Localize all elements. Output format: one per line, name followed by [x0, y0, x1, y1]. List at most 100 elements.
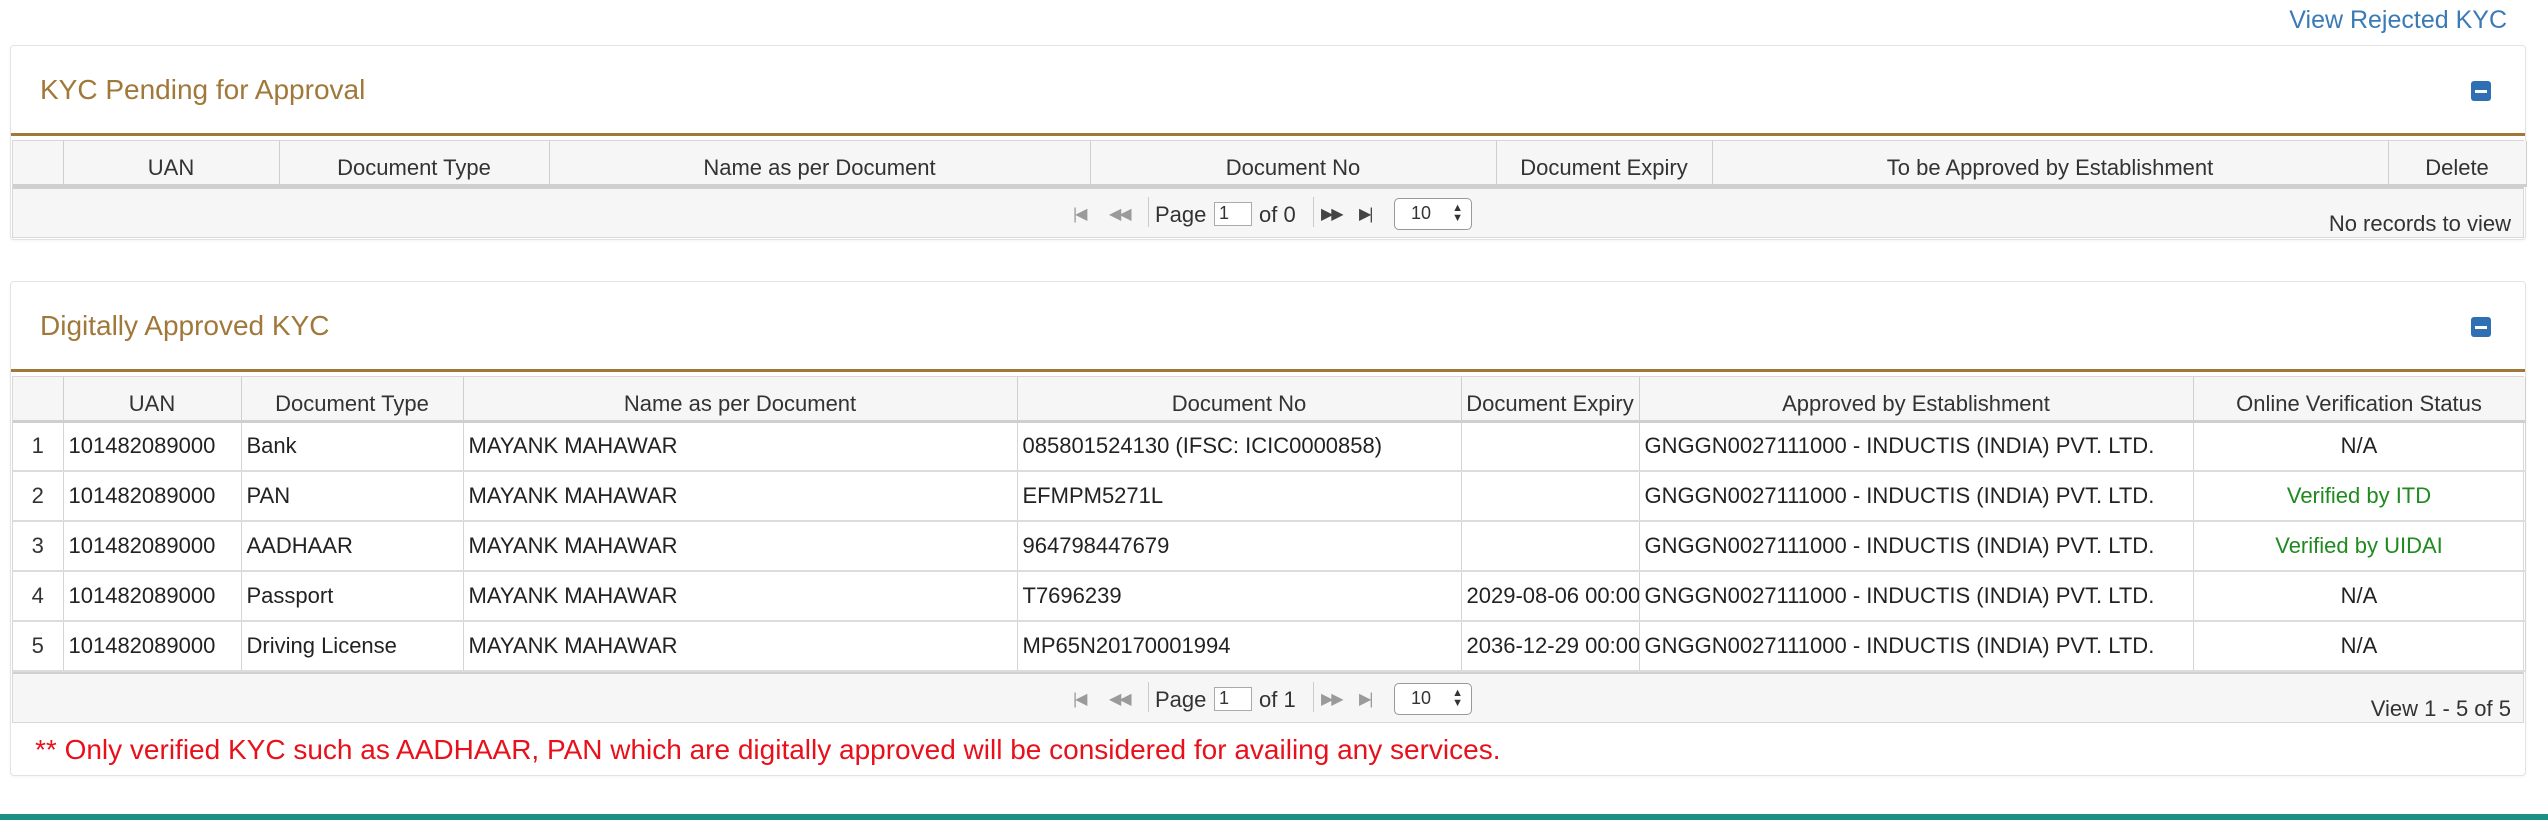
table-row[interactable]: 1 101482089000 Bank MAYANK MAHAWAR 08580…	[13, 421, 2526, 472]
uan-cell: 101482089000	[63, 571, 242, 622]
document-type-cell: Bank	[241, 421, 464, 472]
page-total-label: of 1	[1259, 687, 1296, 712]
approved-kyc-grid: UAN Document Type Name as per Document D…	[12, 376, 2526, 723]
verification-status-cell: N/A	[2193, 421, 2526, 472]
col-header-uan[interactable]: UAN	[63, 377, 242, 423]
first-page-icon[interactable]: |◀	[1073, 204, 1088, 224]
page-number-input[interactable]: 1	[1214, 687, 1252, 711]
name-cell: MAYANK MAHAWAR	[463, 621, 1018, 672]
uan-cell: 101482089000	[63, 421, 242, 472]
uan-cell: 101482089000	[63, 521, 242, 572]
row-number: 5	[13, 621, 64, 672]
pager-separator	[1313, 682, 1314, 712]
document-no-cell: EFMPM5271L	[1017, 471, 1462, 522]
col-header-document-type[interactable]: Document Type	[279, 141, 550, 187]
col-header-uan[interactable]: UAN	[63, 141, 280, 187]
col-header-approved-by[interactable]: Approved by Establishment	[1639, 377, 2194, 423]
col-header-document-expiry[interactable]: Document Expiry	[1496, 141, 1713, 187]
document-type-cell: Passport	[241, 571, 464, 622]
document-expiry-cell: 2029-08-06 00:00	[1461, 571, 1640, 622]
last-page-icon[interactable]: ▶|	[1359, 689, 1374, 709]
prev-page-icon[interactable]: ◀◀	[1109, 204, 1132, 224]
verification-status-cell: Verified by UIDAI	[2193, 521, 2526, 572]
document-expiry-cell	[1461, 521, 1640, 572]
document-no-cell: MP65N20170001994	[1017, 621, 1462, 672]
page-label: Page	[1155, 201, 1207, 227]
approved-kyc-title: Digitally Approved KYC	[40, 310, 330, 341]
rows-per-page-select[interactable]: 10 ▲ ▼	[1394, 197, 1472, 230]
col-header-to-be-approved[interactable]: To be Approved by Establishment	[1712, 141, 2389, 187]
rows-per-page-value: 10	[1411, 688, 1432, 708]
col-header-name[interactable]: Name as per Document	[463, 377, 1018, 423]
col-header-name[interactable]: Name as per Document	[549, 141, 1091, 187]
select-arrows-icon: ▲ ▼	[1452, 687, 1463, 709]
pending-kyc-panel: KYC Pending for Approval UAN Document Ty…	[10, 45, 2527, 240]
next-page-icon[interactable]: ▶▶	[1321, 204, 1344, 224]
pending-pager: |◀ ◀◀ Page 1 of 0 ▶▶ ▶| 10 ▲ ▼ No records…	[13, 186, 2523, 237]
document-expiry-cell: 2036-12-29 00:00	[1461, 621, 1640, 672]
rows-per-page-select[interactable]: 10 ▲ ▼	[1394, 683, 1472, 715]
document-no-cell: 964798447679	[1017, 521, 1462, 572]
verification-status-cell: N/A	[2193, 571, 2526, 622]
col-header-document-expiry[interactable]: Document Expiry	[1461, 377, 1640, 423]
col-header-document-type[interactable]: Document Type	[241, 377, 464, 423]
first-page-icon[interactable]: |◀	[1073, 689, 1088, 709]
verification-status-cell: N/A	[2193, 621, 2526, 672]
col-header-verification-status[interactable]: Online Verification Status	[2193, 377, 2526, 423]
pending-kyc-grid: UAN Document Type Name as per Document D…	[12, 140, 2527, 238]
approved-by-cell: GNGGN0027111000 - INDUCTIS (INDIA) PVT. …	[1639, 621, 2194, 672]
name-cell: MAYANK MAHAWAR	[463, 521, 1018, 572]
approved-kyc-table: UAN Document Type Name as per Document D…	[13, 377, 2526, 672]
col-header-document-no[interactable]: Document No	[1090, 141, 1497, 187]
page-total-label: of 0	[1259, 201, 1296, 227]
collapse-minus-icon[interactable]	[2471, 81, 2491, 101]
col-header-rownum	[13, 141, 64, 187]
approved-by-cell: GNGGN0027111000 - INDUCTIS (INDIA) PVT. …	[1639, 521, 2194, 572]
page-label: Page	[1155, 687, 1207, 712]
document-type-cell: AADHAAR	[241, 521, 464, 572]
select-arrows-icon: ▲ ▼	[1452, 201, 1463, 224]
pager-records-info: No records to view	[2328, 210, 2511, 236]
pending-kyc-table: UAN Document Type Name as per Document D…	[13, 141, 2527, 187]
pending-kyc-panel-header: KYC Pending for Approval	[11, 46, 2525, 136]
approved-by-cell: GNGGN0027111000 - INDUCTIS (INDIA) PVT. …	[1639, 471, 2194, 522]
col-header-rownum	[13, 377, 64, 423]
approved-pager: |◀ ◀◀ Page 1 of 1 ▶▶ ▶| 10 ▲ ▼ View 1 - 5…	[13, 672, 2523, 722]
approved-by-cell: GNGGN0027111000 - INDUCTIS (INDIA) PVT. …	[1639, 421, 2194, 472]
table-row[interactable]: 4 101482089000 Passport MAYANK MAHAWAR T…	[13, 571, 2526, 622]
table-row[interactable]: 5 101482089000 Driving License MAYANK MA…	[13, 621, 2526, 672]
verification-note: ** Only verified KYC such as AADHAAR, PA…	[35, 734, 1501, 765]
col-header-delete[interactable]: Delete	[2388, 141, 2527, 187]
document-type-cell: PAN	[241, 471, 464, 522]
approved-kyc-panel: Digitally Approved KYC UAN Document Type…	[10, 281, 2526, 776]
pending-kyc-title: KYC Pending for Approval	[40, 74, 366, 105]
document-no-cell: T7696239	[1017, 571, 1462, 622]
verification-status-cell: Verified by ITD	[2193, 471, 2526, 522]
prev-page-icon[interactable]: ◀◀	[1109, 689, 1132, 709]
table-row[interactable]: 2 101482089000 PAN MAYANK MAHAWAR EFMPM5…	[13, 471, 2526, 522]
rows-per-page-value: 10	[1411, 202, 1432, 223]
row-number: 4	[13, 571, 64, 622]
name-cell: MAYANK MAHAWAR	[463, 421, 1018, 472]
document-type-cell: Driving License	[241, 621, 464, 672]
collapse-minus-icon[interactable]	[2471, 317, 2491, 337]
document-no-cell: 085801524130 (IFSC: ICIC0000858)	[1017, 421, 1462, 472]
page-number-input[interactable]: 1	[1214, 201, 1252, 226]
last-page-icon[interactable]: ▶|	[1359, 204, 1374, 224]
document-expiry-cell	[1461, 471, 1640, 522]
name-cell: MAYANK MAHAWAR	[463, 471, 1018, 522]
approved-kyc-panel-header: Digitally Approved KYC	[11, 282, 2525, 372]
pending-header-row: UAN Document Type Name as per Document D…	[13, 141, 2527, 187]
pager-separator	[1148, 682, 1149, 712]
col-header-document-no[interactable]: Document No	[1017, 377, 1462, 423]
table-row[interactable]: 3 101482089000 AADHAAR MAYANK MAHAWAR 96…	[13, 521, 2526, 572]
row-number: 3	[13, 521, 64, 572]
pager-separator	[1148, 196, 1149, 227]
pager-records-info: View 1 - 5 of 5	[2370, 696, 2511, 721]
approved-header-row: UAN Document Type Name as per Document D…	[13, 377, 2526, 423]
approved-by-cell: GNGGN0027111000 - INDUCTIS (INDIA) PVT. …	[1639, 571, 2194, 622]
view-rejected-kyc-link[interactable]: View Rejected KYC	[2289, 6, 2507, 35]
next-page-icon[interactable]: ▶▶	[1321, 689, 1344, 709]
name-cell: MAYANK MAHAWAR	[463, 571, 1018, 622]
pager-separator	[1313, 196, 1314, 227]
